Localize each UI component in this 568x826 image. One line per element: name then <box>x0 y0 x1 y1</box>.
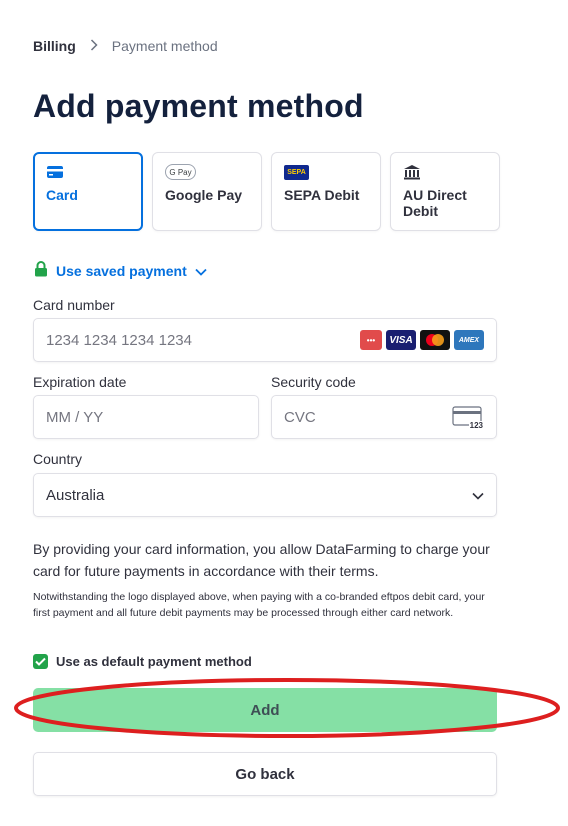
country-label: Country <box>33 451 83 467</box>
country-value: Australia <box>46 486 105 504</box>
tab-card[interactable]: Card <box>33 152 143 231</box>
lock-icon <box>34 261 48 280</box>
default-payment-label: Use as default payment method <box>56 654 252 669</box>
security-code-field-wrapper: 123 <box>271 395 497 439</box>
google-pay-icon: G Pay <box>165 164 249 180</box>
expiration-date-label: Expiration date <box>33 374 127 390</box>
breadcrumb: Billing Payment method <box>33 38 218 54</box>
payment-method-tabs: Card G Pay Google Pay SEPA SEPA Debit AU… <box>33 152 500 231</box>
chevron-down-icon <box>195 263 207 279</box>
card-brands: ••• VISA AMEX <box>360 330 484 350</box>
country-select[interactable]: Australia <box>33 473 497 517</box>
mastercard-icon <box>420 330 450 350</box>
amex-icon: AMEX <box>454 330 484 350</box>
consent-text: By providing your card information, you … <box>33 541 490 579</box>
use-saved-payment-label: Use saved payment <box>56 262 187 279</box>
unionpay-icon: ••• <box>360 330 382 350</box>
card-number-field-wrapper: ••• VISA AMEX <box>33 318 497 362</box>
visa-icon: VISA <box>386 330 416 350</box>
security-code-input[interactable] <box>284 408 452 426</box>
tab-au-direct-debit[interactable]: AU Direct Debit <box>390 152 500 231</box>
tab-google-pay[interactable]: G Pay Google Pay <box>152 152 262 231</box>
cvc-icon: 123 <box>452 406 484 430</box>
tab-card-label: Card <box>46 187 78 203</box>
go-back-button[interactable]: Go back <box>33 752 497 796</box>
chevron-down-icon <box>472 487 484 504</box>
sepa-icon: SEPA <box>284 164 368 180</box>
breadcrumb-current: Payment method <box>111 38 218 54</box>
eftpos-notice-text: Notwithstanding the logo displayed above… <box>33 591 485 619</box>
expiration-field-wrapper <box>33 395 259 439</box>
card-number-label: Card number <box>33 297 115 313</box>
default-payment-row: Use as default payment method <box>33 654 252 669</box>
use-saved-payment-toggle[interactable]: Use saved payment <box>34 261 207 280</box>
default-payment-checkbox[interactable] <box>33 654 48 669</box>
page-title: Add payment method <box>33 88 364 124</box>
add-button[interactable]: Add <box>33 688 497 732</box>
expiration-date-input[interactable] <box>46 408 246 426</box>
tab-google-pay-label: Google Pay <box>165 187 243 203</box>
tab-sepa-debit-label: SEPA Debit <box>284 187 360 203</box>
card-number-input[interactable] <box>46 331 360 349</box>
chevron-right-icon <box>90 38 98 54</box>
card-icon <box>46 164 130 180</box>
security-code-label: Security code <box>271 374 356 390</box>
bank-icon <box>403 164 487 180</box>
breadcrumb-billing-link[interactable]: Billing <box>33 38 76 54</box>
tab-au-direct-debit-label: AU Direct Debit <box>403 187 467 219</box>
tab-sepa-debit[interactable]: SEPA SEPA Debit <box>271 152 381 231</box>
